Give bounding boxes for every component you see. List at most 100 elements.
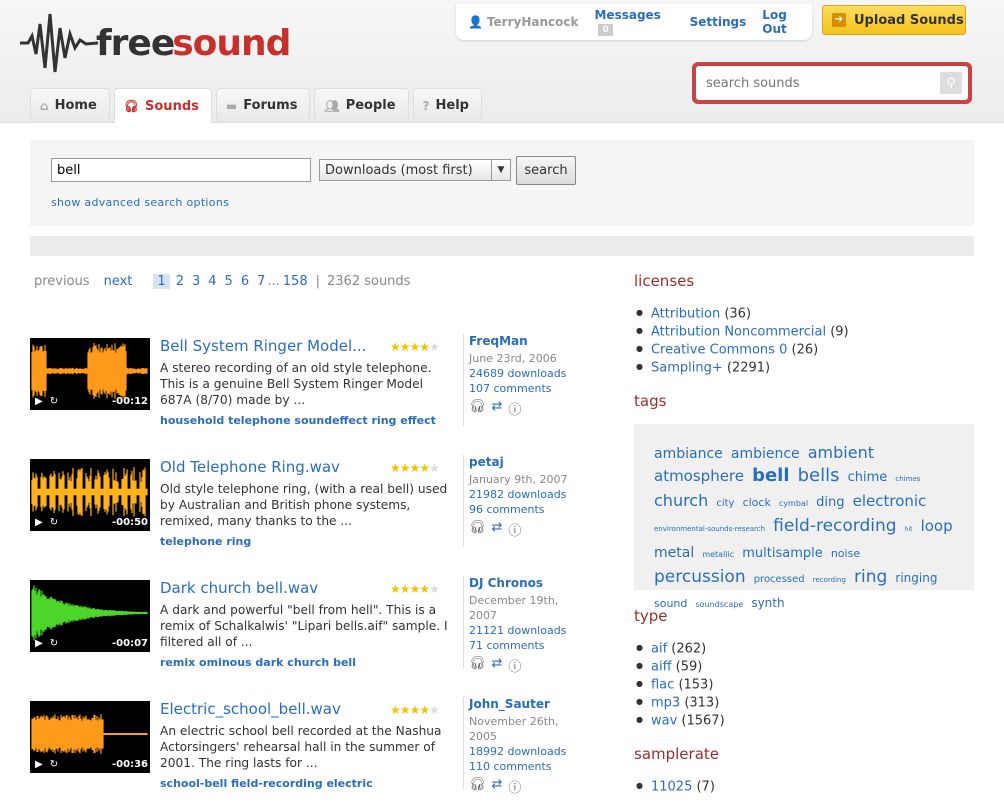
pager-page[interactable]: 7	[257, 274, 265, 289]
header-search-input[interactable]	[704, 74, 940, 92]
loop-icon[interactable]: ↻	[50, 517, 58, 528]
tag-link[interactable]: city	[716, 498, 734, 509]
tab-sounds[interactable]: 🎧︎ Sounds	[113, 88, 212, 123]
downloads-link[interactable]: 21121 downloads	[469, 623, 573, 638]
remix-icon[interactable]: ⇄	[492, 656, 503, 675]
play-icon[interactable]: ▶	[35, 638, 43, 649]
tag-link[interactable]: ambiance	[654, 446, 723, 462]
tag-link[interactable]: soundscape	[695, 600, 743, 609]
sound-title-link[interactable]: Bell System Ringer Model...	[160, 337, 366, 355]
upload-sounds-button[interactable]: ➔ Upload Sounds	[822, 5, 966, 35]
sound-tags[interactable]: school-bell field-recording electric	[160, 777, 373, 790]
type-link[interactable]: flac	[651, 678, 674, 693]
type-link[interactable]: mp3	[651, 696, 680, 711]
tag-link[interactable]: ding	[816, 495, 844, 510]
license-link[interactable]: Creative Commons 0	[651, 343, 787, 358]
remix-icon[interactable]: ⇄	[492, 777, 503, 796]
pager-next[interactable]: next	[104, 274, 133, 289]
tag-link[interactable]: ambience	[731, 446, 800, 462]
tag-link[interactable]: field-recording	[773, 516, 896, 536]
downloads-link[interactable]: 24689 downloads	[469, 366, 573, 381]
author-link[interactable]: DJ Chronos	[469, 576, 573, 590]
loop-icon[interactable]: ↻	[50, 638, 58, 649]
pager-page[interactable]: 2	[176, 274, 184, 289]
comments-link[interactable]: 110 comments	[469, 759, 573, 774]
tab-help[interactable]: ? Help	[412, 88, 482, 122]
remix-icon[interactable]: ⇄	[492, 399, 503, 418]
downloads-link[interactable]: 18992 downloads	[469, 744, 573, 759]
messages-link[interactable]: Messages0	[594, 8, 673, 36]
license-icon[interactable]: ⓘ	[508, 656, 521, 675]
type-link[interactable]: aif	[651, 642, 667, 657]
tag-link[interactable]: cymbal	[779, 499, 808, 508]
tag-link[interactable]: ambient	[808, 443, 874, 462]
type-link[interactable]: wav	[651, 714, 677, 729]
tag-link[interactable]: synth	[751, 596, 784, 610]
type-link[interactable]: aiff	[651, 660, 672, 675]
play-icon[interactable]: ▶	[35, 517, 43, 528]
search-button[interactable]: search	[516, 156, 576, 185]
tag-link[interactable]: bell	[752, 465, 789, 486]
tag-link[interactable]: recording	[813, 576, 846, 584]
advanced-search-link[interactable]: show advanced search options	[51, 196, 229, 209]
logout-link[interactable]: Log Out	[762, 8, 812, 36]
waveform-player[interactable]: ▶ ↻ -00:50	[30, 459, 150, 531]
user-profile-link[interactable]: 👤 TerryHancock	[468, 15, 578, 29]
sound-title-link[interactable]: Old Telephone Ring.wav	[160, 458, 340, 476]
sound-tags[interactable]: household telephone soundeffect ring eff…	[160, 414, 436, 427]
query-input[interactable]	[51, 158, 311, 182]
tab-forums[interactable]: ▬ Forums	[215, 88, 311, 122]
tag-link[interactable]: hit	[905, 526, 913, 533]
sound-title-link[interactable]: Dark church bell.wav	[160, 579, 318, 597]
pager-page[interactable]: 3	[192, 274, 200, 289]
author-link[interactable]: petaj	[469, 455, 573, 469]
comments-link[interactable]: 71 comments	[469, 638, 573, 653]
tag-link[interactable]: noise	[831, 547, 860, 560]
author-link[interactable]: John_Sauter	[469, 697, 573, 711]
remix-icon[interactable]: ⇄	[492, 520, 503, 539]
tag-link[interactable]: loop	[921, 517, 953, 535]
search-icon[interactable]: ⚲	[940, 72, 962, 94]
pager-page[interactable]: 6	[241, 274, 249, 289]
tag-link[interactable]: atmosphere	[654, 467, 744, 485]
license-icon[interactable]: ⓘ	[508, 399, 521, 418]
settings-link[interactable]: Settings	[690, 15, 747, 29]
license-icon[interactable]: ⓘ	[508, 777, 521, 796]
tag-link[interactable]: metal	[654, 545, 694, 561]
tag-link[interactable]: environmental-sounds-research	[654, 525, 765, 533]
tag-link[interactable]: processed	[754, 574, 805, 585]
waveform-player[interactable]: ▶ ↻ -00:36	[30, 701, 150, 773]
pager-page[interactable]: 4	[208, 274, 216, 289]
sound-title-link[interactable]: Electric_school_bell.wav	[160, 700, 341, 718]
pager-page[interactable]: 5	[225, 274, 233, 289]
comments-link[interactable]: 96 comments	[469, 502, 573, 517]
loop-icon[interactable]: ↻	[50, 396, 58, 407]
tag-link[interactable]: percussion	[654, 567, 746, 587]
comments-link[interactable]: 107 comments	[469, 381, 573, 396]
sound-tags[interactable]: telephone ring	[160, 535, 251, 548]
play-icon[interactable]: ▶	[35, 759, 43, 770]
waveform-player[interactable]: ▶ ↻ -00:12	[30, 338, 150, 410]
tag-link[interactable]: clock	[743, 496, 771, 509]
pager-page-last[interactable]: 158	[283, 274, 308, 289]
play-icon[interactable]: ▶	[35, 396, 43, 407]
author-link[interactable]: FreqMan	[469, 334, 573, 348]
chevron-down-icon[interactable]: ▼	[491, 160, 510, 180]
tab-home[interactable]: ⌂ Home	[30, 88, 110, 122]
tag-link[interactable]: ring	[854, 567, 887, 587]
sort-select[interactable]: Downloads (most first) ▼	[319, 159, 511, 181]
downloads-link[interactable]: 21982 downloads	[469, 487, 573, 502]
license-link[interactable]: Attribution Noncommercial	[651, 325, 826, 340]
tag-link[interactable]: multisample	[742, 546, 823, 561]
tab-people[interactable]: 👥︎ People	[314, 88, 409, 122]
tag-link[interactable]: chimes	[895, 475, 920, 483]
loop-icon[interactable]: ↻	[50, 759, 58, 770]
license-link[interactable]: Sampling+	[651, 361, 723, 376]
sound-tags[interactable]: remix ominous dark church bell	[160, 656, 356, 669]
tag-link[interactable]: electronic	[853, 492, 927, 510]
license-link[interactable]: Attribution	[651, 307, 720, 322]
tag-link[interactable]: church	[654, 491, 708, 510]
samplerate-link[interactable]: 11025	[651, 780, 692, 795]
tag-link[interactable]: ringing	[895, 571, 937, 585]
waveform-player[interactable]: ▶ ↻ -00:07	[30, 580, 150, 652]
